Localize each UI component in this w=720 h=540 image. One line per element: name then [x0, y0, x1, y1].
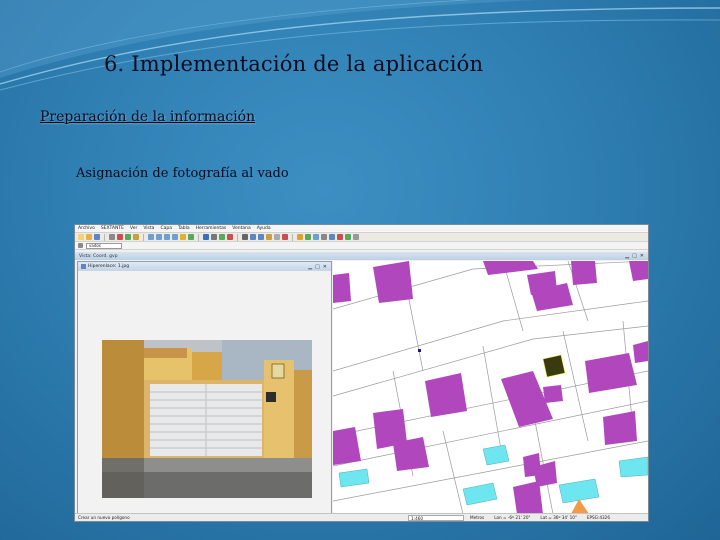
- select-by-layer-icon[interactable]: [266, 234, 272, 240]
- map-units: Metros: [470, 515, 485, 520]
- toolbar-separator: [292, 233, 293, 241]
- latitude-readout: Lat = 36º 34' 10": [540, 515, 577, 520]
- menu-item-tabla[interactable]: Tabla: [178, 225, 190, 232]
- window-maximize-icon[interactable]: □: [632, 253, 637, 259]
- menu-item-sextante[interactable]: SEXTANTE: [101, 225, 124, 232]
- invert-selection-icon[interactable]: [274, 234, 280, 240]
- layer-toolbar: vados: [75, 242, 648, 250]
- menu-item-vista[interactable]: Vista: [143, 225, 154, 232]
- toolbar-separator: [198, 233, 199, 241]
- view-title: Vista: Coord. gvp: [79, 253, 118, 259]
- driveway-photo: [102, 340, 312, 498]
- menu-bar: Archivo SEXTANTE Ver Vista Capa Tabla He…: [75, 225, 648, 232]
- menu-item-archivo[interactable]: Archivo: [78, 225, 95, 232]
- save-icon[interactable]: [94, 234, 100, 240]
- zoom-extent-icon[interactable]: [164, 234, 170, 240]
- layer-icon[interactable]: [133, 234, 139, 240]
- main-toolbar: [75, 232, 648, 242]
- slide-title: 6. Implementación de la aplicación: [104, 52, 484, 76]
- menu-item-ver[interactable]: Ver: [130, 225, 137, 232]
- selected-driveway-feature: [542, 354, 566, 378]
- layer-icon: [78, 243, 83, 248]
- hyperlink-photo-window: Hiperenlace: 1.jpg ▁ □ ✕: [77, 261, 332, 515]
- subsection-heading: Asignación de fotografía al vado: [76, 166, 289, 181]
- zoom-previous-icon[interactable]: [172, 234, 178, 240]
- close-icon[interactable]: ✕: [640, 253, 644, 259]
- add-layer-icon[interactable]: [125, 234, 131, 240]
- select-pointer-icon[interactable]: [242, 234, 248, 240]
- gis-application-screenshot: Archivo SEXTANTE Ver Vista Capa Tabla He…: [74, 224, 649, 522]
- table-icon[interactable]: [305, 234, 311, 240]
- filter-icon[interactable]: [297, 234, 303, 240]
- menu-item-ventana[interactable]: Ventana: [232, 225, 250, 232]
- menu-item-capa[interactable]: Capa: [160, 225, 172, 232]
- delete-icon[interactable]: [117, 234, 123, 240]
- insert-polygon-icon[interactable]: [345, 234, 351, 240]
- window-minimize-icon[interactable]: ▁: [625, 253, 629, 259]
- hyperlink-icon[interactable]: [227, 234, 233, 240]
- info-icon[interactable]: [203, 234, 209, 240]
- toolbar-separator: [143, 233, 144, 241]
- insert-point-icon[interactable]: [329, 234, 335, 240]
- section-heading: Preparación de la información: [40, 109, 256, 125]
- insert-line-icon[interactable]: [337, 234, 343, 240]
- window-minimize-icon[interactable]: ▁: [308, 264, 312, 270]
- layer-select[interactable]: vados: [86, 242, 122, 249]
- photo-viewer: [78, 271, 331, 514]
- zoom-in-icon[interactable]: [148, 234, 154, 240]
- crs-readout: EPSG:4326: [586, 515, 610, 520]
- image-icon: [81, 264, 86, 269]
- menu-item-ayuda[interactable]: Ayuda: [257, 225, 271, 232]
- select-polygon-icon[interactable]: [258, 234, 264, 240]
- status-message: Crear un nuevo polígono: [78, 515, 130, 520]
- refresh-icon[interactable]: [188, 234, 194, 240]
- window-maximize-icon[interactable]: □: [315, 264, 320, 270]
- clear-selection-icon[interactable]: [282, 234, 288, 240]
- new-file-icon[interactable]: [78, 234, 84, 240]
- close-icon[interactable]: ✕: [323, 264, 327, 270]
- view-titlebar: Vista: Coord. gvp ▁ □ ✕: [75, 252, 648, 260]
- zoom-out-icon[interactable]: [156, 234, 162, 240]
- photo-window-title: Hiperenlace: 1.jpg: [88, 264, 130, 269]
- scale-select[interactable]: 1:460: [408, 514, 464, 521]
- measure-icon[interactable]: [211, 234, 217, 240]
- photo-window-titlebar: Hiperenlace: 1.jpg ▁ □ ✕: [78, 262, 331, 271]
- toolbar-separator: [237, 233, 238, 241]
- edit-icon[interactable]: [321, 234, 327, 240]
- select-rectangle-icon[interactable]: [250, 234, 256, 240]
- graph-icon[interactable]: [313, 234, 319, 240]
- area-icon[interactable]: [219, 234, 225, 240]
- status-bar: Crear un nuevo polígono 1:460 Metros Lon…: [75, 513, 648, 521]
- toolbar-separator: [104, 233, 105, 241]
- pan-hand-icon[interactable]: [180, 234, 186, 240]
- map-view: [333, 261, 648, 514]
- menu-item-herramientas[interactable]: Herramientas: [196, 225, 227, 232]
- export-icon[interactable]: [353, 234, 359, 240]
- print-icon[interactable]: [109, 234, 115, 240]
- open-folder-icon[interactable]: [86, 234, 92, 240]
- longitude-readout: Lon = -6º 21' 20": [494, 515, 531, 520]
